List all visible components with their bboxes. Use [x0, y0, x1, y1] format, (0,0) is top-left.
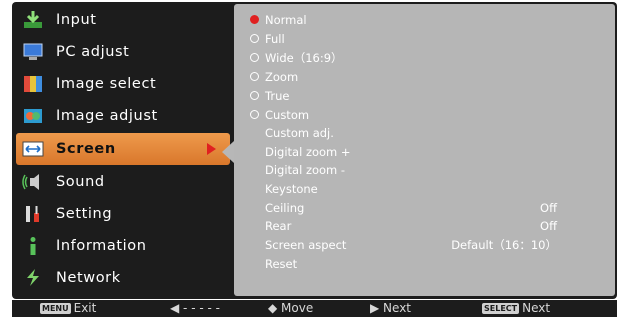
monitor-icon — [23, 43, 43, 60]
menu-label: Sound — [56, 174, 105, 190]
network-icon — [27, 269, 39, 286]
exit-label: Exit — [73, 301, 97, 315]
option-value: Off — [540, 219, 557, 233]
option-label: Wide（16:9） — [265, 51, 343, 65]
radio-icon — [250, 91, 259, 100]
image-select-icon — [24, 76, 42, 92]
radio-icon — [250, 72, 259, 81]
option-digital-zoom-plus[interactable]: Digital zoom + — [234, 143, 615, 161]
option-full[interactable]: Full — [234, 30, 615, 48]
menu-item-input[interactable]: Input — [16, 4, 230, 36]
menu-item-sound[interactable]: Sound — [16, 166, 230, 198]
submenu-arrow-icon — [207, 143, 216, 155]
menu-item-network[interactable]: Network — [16, 262, 230, 294]
input-icon — [24, 11, 42, 28]
option-label: Rear — [265, 219, 292, 233]
option-label: Ceiling — [265, 201, 305, 215]
radio-icon — [250, 34, 259, 43]
menu-label: Setting — [56, 206, 113, 222]
option-digital-zoom-minus[interactable]: Digital zoom - — [234, 161, 615, 179]
move-label: ◆ Move — [268, 301, 314, 315]
menu-item-setting[interactable]: Setting — [16, 198, 230, 230]
menu-item-image-select[interactable]: Image select — [16, 68, 230, 100]
option-wide[interactable]: Wide（16:9） — [234, 49, 615, 67]
option-custom[interactable]: Custom — [234, 106, 615, 124]
back-label: ◀ - - - - - — [170, 301, 220, 315]
menu-label: Screen — [56, 141, 116, 157]
exit-button[interactable]: MENU Exit — [40, 300, 96, 317]
screen-submenu: Normal Full Wide（16:9） Zoom True Custom … — [234, 4, 615, 296]
menu-item-screen[interactable]: Screen — [16, 133, 230, 165]
select-next-button[interactable]: SELECT Next — [482, 300, 550, 317]
back-hint: ◀ - - - - - — [170, 300, 220, 317]
option-ceiling[interactable]: Ceiling Off — [234, 199, 615, 217]
menu-key-icon: MENU — [40, 303, 71, 314]
option-label: Zoom — [265, 70, 299, 84]
option-value: Default（16：10） — [451, 238, 557, 252]
menu-label: PC adjust — [56, 44, 130, 60]
option-custom-adj[interactable]: Custom adj. — [234, 124, 615, 142]
next-label: ▶ Next — [370, 301, 411, 315]
option-label: Screen aspect — [265, 238, 347, 252]
option-zoom[interactable]: Zoom — [234, 68, 615, 86]
footer-bar: MENU Exit ◀ - - - - - ◆ Move ▶ Next SELE… — [12, 300, 617, 317]
option-reset[interactable]: Reset — [234, 255, 615, 273]
select-key-icon: SELECT — [482, 303, 520, 314]
submenu-pointer-icon — [222, 141, 234, 163]
radio-selected-icon — [250, 15, 259, 24]
menu-item-information[interactable]: Information — [16, 230, 230, 262]
menu-item-pc-adjust[interactable]: PC adjust — [16, 36, 230, 68]
option-rear[interactable]: Rear Off — [234, 217, 615, 235]
option-label: Custom adj. — [265, 126, 334, 140]
next-hint: ▶ Next — [370, 300, 411, 317]
option-label: Reset — [265, 257, 298, 271]
menu-label: Information — [56, 238, 147, 254]
option-label: Digital zoom - — [265, 163, 346, 177]
menu-item-image-adjust[interactable]: Image adjust — [16, 100, 230, 132]
image-adjust-icon — [24, 109, 42, 123]
menu-label: Network — [56, 270, 121, 286]
menu-label: Image adjust — [56, 108, 158, 124]
option-normal[interactable]: Normal — [234, 11, 615, 29]
option-label: Custom — [265, 108, 310, 122]
radio-icon — [250, 110, 259, 119]
speaker-icon — [22, 174, 39, 190]
move-hint: ◆ Move — [268, 300, 313, 317]
tools-icon — [26, 206, 39, 222]
option-label: True — [265, 89, 290, 103]
option-label: Keystone — [265, 182, 318, 196]
select-next-label: Next — [522, 301, 551, 315]
option-label: Digital zoom + — [265, 145, 351, 159]
option-screen-aspect[interactable]: Screen aspect Default（16：10） — [234, 236, 615, 254]
option-value: Off — [540, 201, 557, 215]
option-label: Normal — [265, 13, 307, 27]
option-true[interactable]: True — [234, 87, 615, 105]
info-icon — [30, 237, 36, 255]
menu-label: Input — [56, 12, 97, 28]
main-menu: Input PC adjust Image select Image adjus… — [16, 4, 230, 293]
radio-icon — [250, 53, 259, 62]
option-label: Full — [265, 32, 285, 46]
menu-label: Image select — [56, 76, 157, 92]
screen-icon — [22, 141, 44, 157]
option-keystone[interactable]: Keystone — [234, 180, 615, 198]
